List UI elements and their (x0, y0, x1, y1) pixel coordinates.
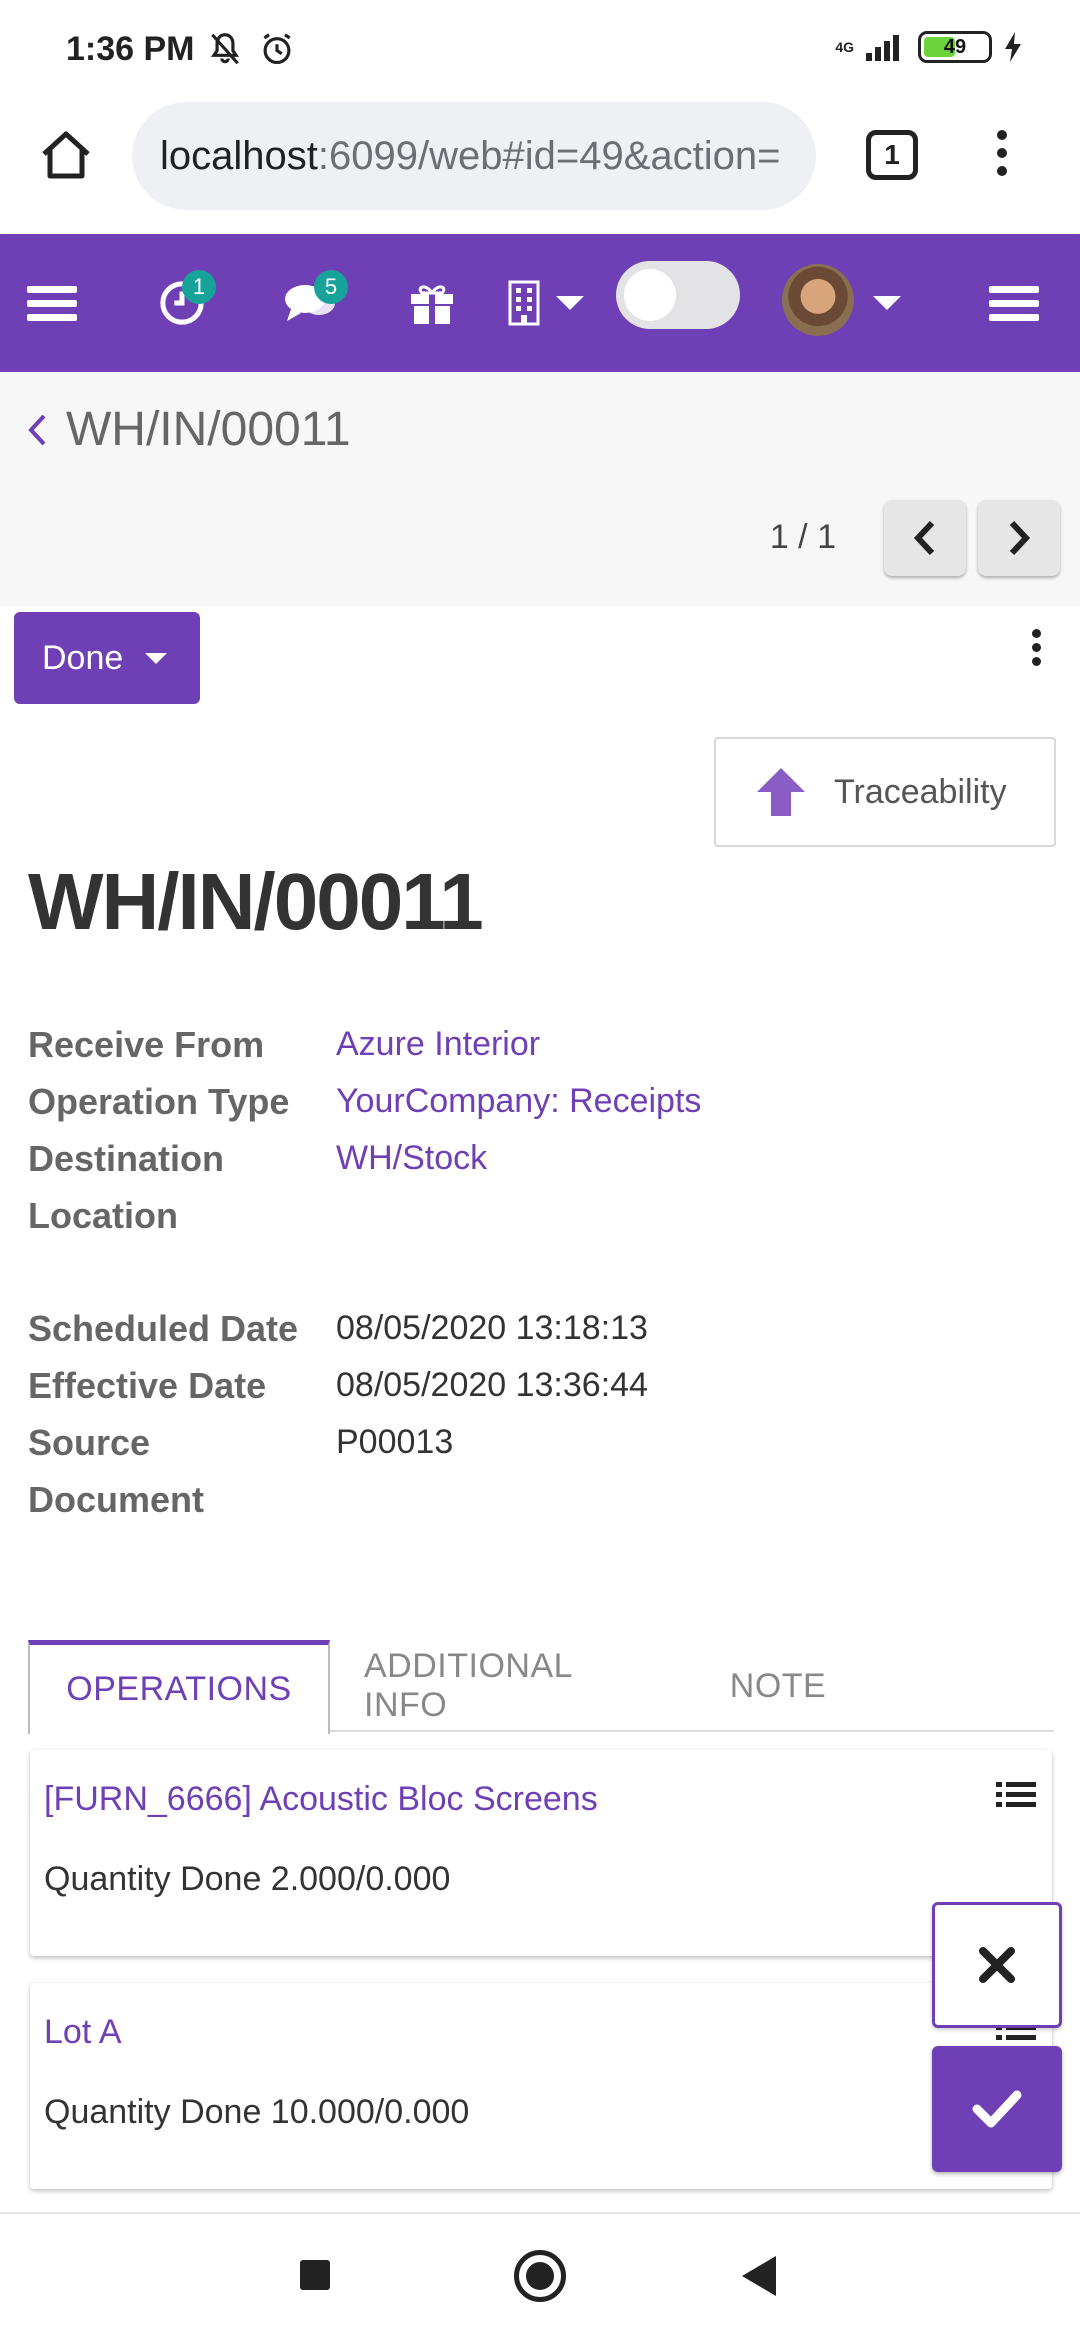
chevron-right-icon (1009, 520, 1031, 556)
traceability-label: Traceability (834, 772, 1007, 811)
control-panel: WH/IN/00011 1 / 1 (0, 372, 1080, 606)
receive-from-value[interactable]: Azure Interior (336, 1016, 540, 1073)
scheduled-date-label: Scheduled Date (28, 1308, 299, 1349)
gift-icon (411, 285, 453, 324)
activity-button[interactable]: 1 (142, 234, 222, 372)
toggle-knob (624, 269, 676, 321)
status-label: Done (42, 638, 124, 677)
destination-location-label-2: Location (28, 1195, 178, 1236)
status-dropdown-button[interactable]: Done (14, 612, 200, 704)
pager-next-button[interactable] (978, 500, 1060, 576)
top-navbar: 1 5 (0, 234, 1080, 372)
tab-operations[interactable]: OPERATIONS (28, 1640, 330, 1734)
tab-additional-info[interactable]: ADDITIONAL INFO (364, 1640, 654, 1732)
operation-card[interactable]: [FURN_6666] Acoustic Bloc Screens Quanti… (30, 1750, 1052, 1956)
building-icon (508, 280, 540, 326)
activity-badge: 1 (182, 270, 216, 304)
battery-icon: 49 (918, 31, 992, 63)
destination-location-value[interactable]: WH/Stock (336, 1130, 487, 1187)
browser-toolbar: localhost:6099/web#id=49&action= 1 (0, 96, 1080, 234)
pager-value[interactable]: 1 / 1 (770, 518, 836, 557)
url-path: :6099/web#id=49&action= (317, 134, 781, 178)
operation-card[interactable]: Lot A Quantity Done 10.000/0.000 (30, 1983, 1052, 2189)
destination-location-label: Destination (28, 1138, 225, 1179)
scheduled-date-value: 08/05/2020 13:18:13 (336, 1309, 648, 1347)
operation-type-label: Operation Type (28, 1081, 290, 1122)
chevron-down-icon (873, 296, 901, 310)
traceability-button[interactable]: Traceability (714, 737, 1056, 847)
tab-note[interactable]: NOTE (728, 1640, 828, 1732)
receive-from-label: Receive From (28, 1024, 265, 1065)
clock: 1:36 PM (66, 30, 195, 68)
chevron-left-icon (913, 520, 935, 556)
user-menu-chevron[interactable] (872, 234, 902, 372)
operation-quantity: Quantity Done 10.000/0.000 (44, 2093, 470, 2131)
message-badge: 5 (314, 270, 348, 304)
breadcrumb[interactable]: WH/IN/00011 (26, 402, 351, 457)
alarm-icon (263, 33, 291, 65)
effective-date-value: 08/05/2020 13:36:44 (336, 1366, 648, 1404)
battery-percent: 49 (943, 35, 967, 58)
source-document-label: Source (28, 1422, 151, 1463)
status-bar: 1:36 PM 4G 49 (0, 0, 1080, 96)
url-host: localhost (160, 134, 318, 178)
browser-menu-icon[interactable] (984, 124, 1020, 188)
save-button[interactable] (932, 2046, 1062, 2172)
notebook-tabs: OPERATIONS ADDITIONAL INFO NOTE (28, 1640, 1054, 1734)
mode-toggle[interactable] (616, 261, 740, 329)
pager-previous-button[interactable] (884, 500, 966, 576)
discard-button[interactable] (932, 1902, 1062, 2028)
list-icon[interactable] (996, 1782, 1036, 1816)
breadcrumb-title: WH/IN/00011 (66, 403, 351, 456)
operation-quantity: Quantity Done 2.000/0.000 (44, 1860, 451, 1898)
chevron-down-icon (145, 652, 168, 664)
main-menu-icon[interactable] (988, 234, 1040, 372)
company-switcher[interactable] (504, 234, 588, 372)
close-icon (979, 1947, 1015, 1983)
operation-type-value[interactable]: YourCompany: Receipts (336, 1073, 701, 1130)
effective-date-label: Effective Date (28, 1365, 267, 1406)
record-title: WH/IN/00011 (28, 857, 484, 946)
home-icon[interactable] (34, 124, 98, 188)
source-document-value: P00013 (336, 1423, 454, 1461)
charging-icon (1005, 32, 1021, 62)
status-icons (206, 30, 296, 68)
apps-menu-icon[interactable] (26, 234, 78, 372)
back-button[interactable] (742, 2256, 776, 2296)
source-document-label-2: Document (28, 1479, 205, 1520)
chevron-left-icon (28, 414, 46, 445)
system-navigation-bar (0, 2212, 1080, 2340)
home-button[interactable] (514, 2250, 566, 2302)
recent-apps-button[interactable] (300, 2260, 330, 2290)
signal-icon (866, 35, 899, 61)
muted-bell-icon (210, 33, 240, 65)
arrow-up-icon (757, 768, 805, 816)
network-type: 4G (835, 39, 854, 55)
check-icon (972, 2090, 1022, 2128)
address-bar[interactable]: localhost:6099/web#id=49&action= (132, 102, 816, 210)
messaging-button[interactable]: 5 (268, 234, 354, 372)
avatar[interactable] (782, 264, 854, 336)
operation-product: [FURN_6666] Acoustic Bloc Screens (44, 1780, 598, 1818)
more-actions-icon[interactable] (1026, 626, 1046, 676)
tab-switcher-button[interactable]: 1 (866, 130, 918, 180)
chevron-down-icon (556, 296, 584, 310)
gift-button[interactable] (404, 234, 460, 372)
operation-product: Lot A (44, 2013, 122, 2051)
